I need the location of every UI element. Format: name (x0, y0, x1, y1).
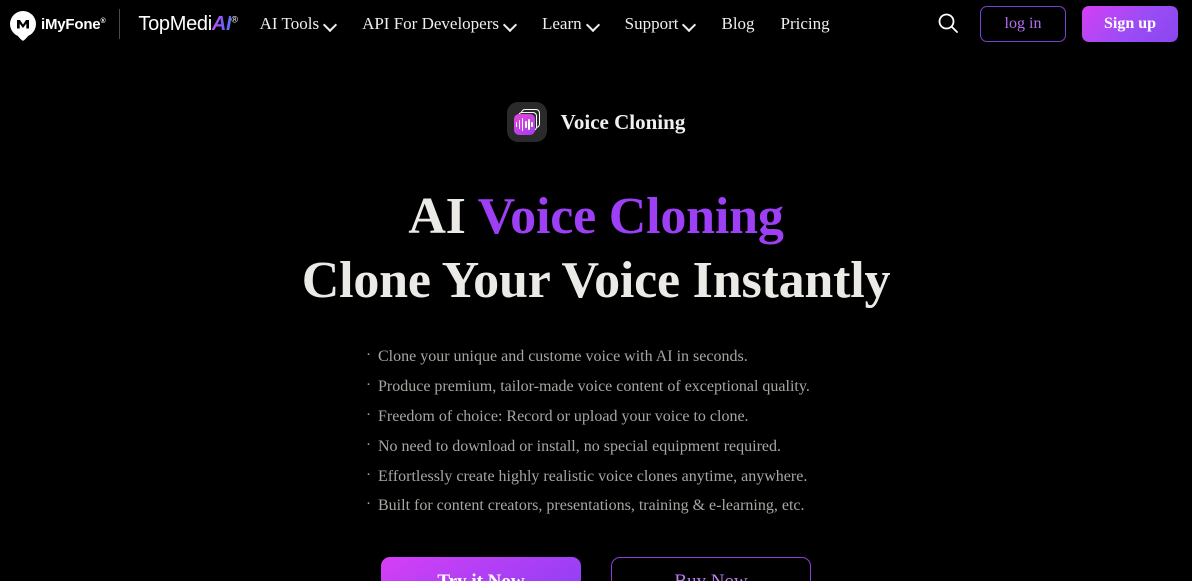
list-item: · Freedom of choice: Record or upload yo… (366, 405, 826, 430)
imyfone-wordmark: iMyFone® (41, 15, 106, 33)
nav-item-pricing[interactable]: Pricing (781, 14, 830, 34)
site-header: iMyFone® TopMediAI® AI Tools API For Dev… (0, 0, 1192, 48)
bullet-marker: · (366, 407, 371, 424)
chevron-down-icon (325, 19, 336, 30)
bullet-marker: · (366, 347, 371, 364)
list-item: · Produce premium, tailor-made voice con… (366, 375, 826, 400)
list-item-label: Effortlessly create highly realistic voi… (378, 467, 808, 485)
page-title: AI Voice Cloning Clone Your Voice Instan… (302, 188, 891, 310)
search-icon (936, 11, 960, 38)
nav-item-ai-tools[interactable]: AI Tools (260, 14, 336, 34)
imyfone-logo[interactable]: iMyFone® (10, 11, 119, 37)
list-item-label: Freedom of choice: Record or upload your… (378, 408, 749, 426)
product-name: Voice Cloning (560, 109, 686, 134)
headline-subline: Clone Your Voice Instantly (301, 252, 891, 310)
chevron-down-icon (684, 19, 695, 30)
search-button[interactable] (932, 8, 964, 40)
hero-section: Voice Cloning AI Voice Cloning Clone You… (0, 48, 1192, 581)
chevron-down-icon (505, 19, 516, 30)
list-item: · No need to download or install, no spe… (366, 435, 826, 460)
nav-label: AI Tools (259, 14, 320, 33)
nav-item-blog[interactable]: Blog (721, 14, 754, 34)
cta-row: Try it Now 100% Secure Buy Now Money bac… (381, 557, 811, 581)
product-badge: Voice Cloning (506, 102, 686, 142)
topmediai-prefix: TopMedi (138, 12, 212, 35)
chevron-down-icon (588, 19, 599, 30)
login-button[interactable]: log in (980, 6, 1066, 42)
nav-label: Learn (542, 14, 582, 33)
imyfone-trademark: ® (100, 17, 106, 25)
list-item-label: Produce premium, tailor-made voice conte… (378, 378, 810, 396)
nav-item-api-for-developers[interactable]: API For Developers (362, 14, 516, 34)
bullet-marker: · (366, 496, 371, 513)
buy-now-button[interactable]: Buy Now (611, 557, 811, 581)
feature-list: · Clone your unique and custome voice wi… (366, 345, 826, 519)
voice-cloning-icon (506, 102, 547, 142)
primary-cta-group: Try it Now 100% Secure (381, 557, 581, 581)
nav-label: API For Developers (362, 14, 499, 33)
list-item-label: Clone your unique and custome voice with… (378, 348, 748, 366)
nav-item-learn[interactable]: Learn (542, 14, 599, 34)
list-item-label: No need to download or install, no speci… (378, 437, 782, 455)
nav-label: Support (624, 14, 679, 33)
headline-accent: Voice Cloning (477, 188, 784, 245)
bullet-marker: · (366, 436, 371, 453)
nav-label: Pricing (780, 14, 830, 33)
header-actions: log in Sign up (932, 6, 1178, 42)
secondary-cta-group: Buy Now Money back guarantee (611, 557, 811, 581)
imyfone-mark-icon (10, 11, 36, 37)
list-item: · Effortlessly create highly realistic v… (366, 465, 826, 490)
try-it-now-button[interactable]: Try it Now (381, 557, 581, 581)
topmediai-accent: AI (211, 12, 232, 35)
main-nav: AI Tools API For Developers Learn Suppor… (260, 14, 932, 34)
bullet-marker: · (366, 377, 371, 394)
nav-label: Blog (721, 14, 755, 33)
list-item: · Clone your unique and custome voice wi… (366, 345, 826, 370)
nav-item-support[interactable]: Support (625, 14, 696, 34)
signup-button[interactable]: Sign up (1082, 6, 1178, 42)
list-item: · Built for content creators, presentati… (366, 494, 826, 519)
headline-plain: AI (408, 188, 478, 245)
list-item-label: Built for content creators, presentation… (378, 497, 805, 515)
topmediai-wordmark[interactable]: TopMediAI® (138, 12, 238, 36)
bullet-marker: · (366, 466, 371, 483)
topmediai-trademark: ® (231, 13, 238, 24)
header-divider (119, 9, 121, 39)
